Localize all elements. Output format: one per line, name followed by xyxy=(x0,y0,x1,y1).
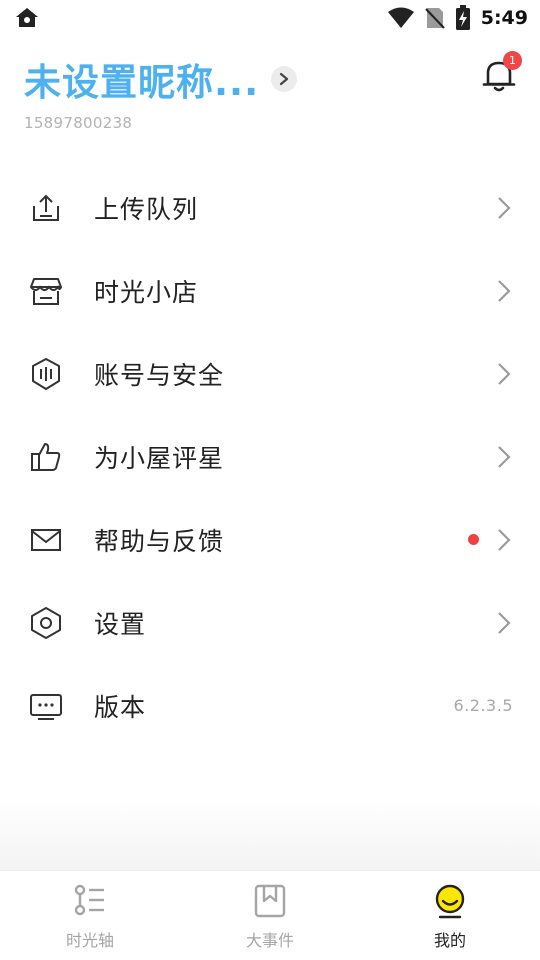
edit-profile-arrow[interactable] xyxy=(271,66,298,92)
chevron-right-icon xyxy=(498,197,511,219)
menu-item-label: 时光小店 xyxy=(94,277,199,307)
chevron-right-icon xyxy=(498,529,511,551)
version-number: 6.2.3.5 xyxy=(453,696,513,715)
tab-label: 大事件 xyxy=(245,931,294,950)
menu-item-help-feedback[interactable]: 帮助与反馈 xyxy=(0,498,540,581)
tab-events[interactable]: 大事件 xyxy=(180,871,360,960)
bottom-nav: 时光轴 大事件 我的 xyxy=(0,870,540,960)
bookmark-icon xyxy=(254,884,286,918)
nickname[interactable]: 未设置昵称... xyxy=(24,52,259,106)
tab-timeline[interactable]: 时光轴 xyxy=(0,871,180,960)
menu-item-label: 账号与安全 xyxy=(94,360,225,390)
chevron-right-icon xyxy=(498,280,511,302)
nav-shadow xyxy=(0,800,540,870)
menu-item-time-store[interactable]: 时光小店 xyxy=(0,249,540,332)
clock-time: 5:49 xyxy=(480,7,528,29)
chevron-right-icon xyxy=(280,72,289,86)
chevron-right-icon xyxy=(498,363,511,385)
phone-number: 15897800238 xyxy=(24,114,133,132)
tab-label: 我的 xyxy=(433,931,466,950)
menu-item-settings[interactable]: 设置 xyxy=(0,581,540,664)
tab-mine[interactable]: 我的 xyxy=(360,871,540,960)
chevron-right-icon xyxy=(498,612,511,634)
menu-item-version[interactable]: 版本 6.2.3.5 xyxy=(0,664,540,747)
nickname-row[interactable]: 未设置昵称... xyxy=(24,52,298,106)
menu-item-label: 设置 xyxy=(94,609,147,639)
menu-item-label: 版本 xyxy=(94,692,147,722)
upload-icon xyxy=(33,194,59,221)
status-bar: 5:49 xyxy=(0,0,540,36)
wifi-icon xyxy=(387,7,414,28)
store-icon xyxy=(30,278,62,305)
chevron-right-icon xyxy=(498,446,511,468)
battery-charging-icon xyxy=(455,5,470,30)
shield-icon xyxy=(32,358,60,390)
smiley-icon xyxy=(435,884,465,919)
unread-dot xyxy=(468,534,479,545)
settings-menu: 上传队列 时光小店 账号与安全 为小屋评星 帮助与反馈 设置 版本 6.2.3.… xyxy=(0,166,540,747)
notification-badge: 1 xyxy=(503,51,522,70)
home-icon xyxy=(16,8,38,27)
menu-item-rate-app[interactable]: 为小屋评星 xyxy=(0,415,540,498)
menu-item-account-security[interactable]: 账号与安全 xyxy=(0,332,540,415)
menu-item-label: 帮助与反馈 xyxy=(94,526,225,556)
menu-item-label: 上传队列 xyxy=(94,194,199,224)
hexagon-settings-icon xyxy=(31,607,61,639)
mail-icon xyxy=(31,529,61,551)
no-sim-icon xyxy=(425,8,445,29)
menu-item-label: 为小屋评星 xyxy=(94,443,225,473)
menu-item-upload-queue[interactable]: 上传队列 xyxy=(0,166,540,249)
tab-label: 时光轴 xyxy=(65,931,114,950)
timeline-icon xyxy=(74,884,104,916)
monitor-icon xyxy=(30,694,62,720)
thumbs-up-icon xyxy=(31,443,61,471)
